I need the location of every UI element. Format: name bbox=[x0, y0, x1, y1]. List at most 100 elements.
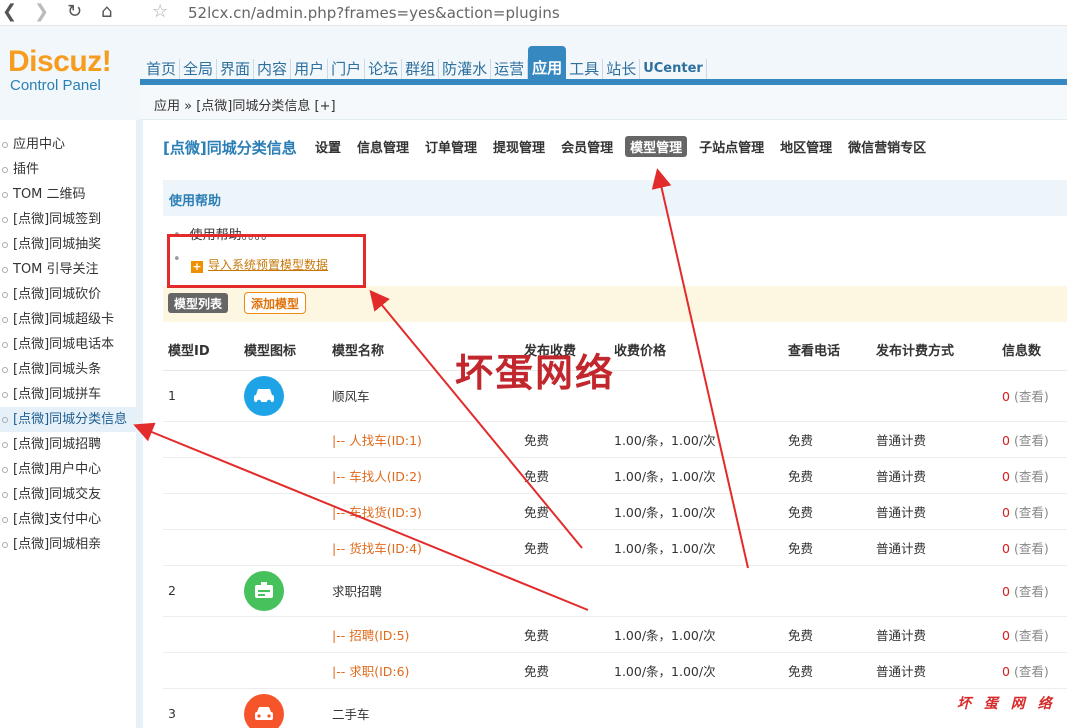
view-phone-fee: 免费 bbox=[783, 493, 871, 530]
billing-method[interactable]: 普通计费 bbox=[871, 652, 997, 689]
view-link[interactable]: (查看) bbox=[1014, 505, 1049, 520]
sidebar-item[interactable]: [点微]同城抽奖 bbox=[0, 232, 136, 257]
model-icon-cell bbox=[239, 370, 327, 422]
table-row: |-- 车找人(ID:2) 免费 1.00/条，1.00/次 免费 普通计费 0 (查看) bbox=[163, 457, 1067, 494]
empty-cell bbox=[519, 688, 609, 728]
annotation-highlight-box bbox=[167, 234, 366, 288]
sub-tab[interactable]: 微信营销专区 bbox=[848, 136, 926, 157]
sidebar-item[interactable]: TOM 引导关注 bbox=[0, 257, 136, 282]
sidebar-item[interactable]: [点微]同城拼车 bbox=[0, 382, 136, 407]
sub-tab[interactable]: 模型管理 bbox=[625, 136, 688, 157]
publish-fee: 免费 bbox=[519, 652, 609, 689]
address-bar[interactable]: 52lcx.cn/admin.php?frames=yes&action=plu… bbox=[188, 4, 560, 22]
column-header: 模型图标 bbox=[239, 330, 327, 371]
empty-cell bbox=[239, 457, 327, 494]
sidebar-item[interactable]: [点微]同城头条 bbox=[0, 357, 136, 382]
info-count: 0 bbox=[1002, 584, 1010, 599]
empty-cell bbox=[239, 493, 327, 530]
sidebar-item[interactable]: [点微]同城相亲 bbox=[0, 532, 136, 557]
fee-price: 1.00/条，1.00/次 bbox=[609, 457, 783, 494]
main-content: [点微]同城分类信息 设置 信息管理 订单管理 提现管理 会员管理 模型管理 子站点管理 地区… bbox=[150, 120, 1067, 728]
column-header: 查看电话 bbox=[783, 330, 871, 371]
sub-tab[interactable]: 信息管理 bbox=[357, 136, 409, 157]
billing-method[interactable]: 普通计费 bbox=[871, 529, 997, 566]
sidebar-item[interactable]: [点微]同城交友 bbox=[0, 482, 136, 507]
empty-cell bbox=[609, 565, 783, 617]
model-name: 求职招聘 bbox=[327, 565, 519, 617]
sidebar-item[interactable]: [点微]同城超级卡 bbox=[0, 307, 136, 332]
info-count: 0 bbox=[1002, 540, 1010, 556]
sidebar-item[interactable]: [点微]同城分类信息 bbox=[0, 407, 136, 432]
sidebar-item[interactable]: [点微]支付中心 bbox=[0, 507, 136, 532]
reload-icon[interactable]: ↻ bbox=[67, 2, 82, 22]
home-icon[interactable]: ⌂ bbox=[101, 2, 112, 22]
empty-cell bbox=[163, 616, 239, 653]
empty-cell bbox=[239, 652, 327, 689]
sub-model-label: |-- 车找人(ID:2) bbox=[332, 468, 422, 484]
fee-price: 1.00/条，1.00/次 bbox=[609, 493, 783, 530]
model-list-button[interactable]: 模型列表 bbox=[168, 293, 229, 313]
sidebar-item[interactable]: [点微]同城签到 bbox=[0, 207, 136, 232]
fee-price: 1.00/条，1.00/次 bbox=[609, 529, 783, 566]
sidebar-item[interactable]: [点微]用户中心 bbox=[0, 457, 136, 482]
watermark-text: 坏蛋网络 bbox=[455, 350, 616, 395]
empty-cell bbox=[239, 421, 327, 458]
view-phone-fee: 免费 bbox=[783, 421, 871, 458]
sub-tab[interactable]: 提现管理 bbox=[493, 136, 545, 157]
view-link[interactable]: (查看) bbox=[1014, 628, 1049, 643]
add-model-button[interactable]: 添加模型 bbox=[244, 292, 307, 314]
sidebar-item[interactable]: 插件 bbox=[0, 157, 136, 182]
sub-tab[interactable]: 会员管理 bbox=[561, 136, 613, 157]
billing-method[interactable]: 普通计费 bbox=[871, 421, 997, 458]
sub-model-name: |-- 求职(ID:6) bbox=[327, 652, 519, 689]
sub-model-label: |-- 人找车(ID:1) bbox=[332, 432, 422, 448]
sub-tab[interactable]: 订单管理 bbox=[425, 136, 477, 157]
publish-fee: 免费 bbox=[519, 493, 609, 530]
sub-model-label: |-- 招聘(ID:5) bbox=[332, 627, 410, 643]
view-link[interactable]: (查看) bbox=[1014, 584, 1049, 599]
sidebar-item[interactable]: [点微]同城电话本 bbox=[0, 332, 136, 357]
empty-cell bbox=[163, 529, 239, 566]
view-link[interactable]: (查看) bbox=[1014, 433, 1049, 448]
view-link[interactable]: (查看) bbox=[1014, 541, 1049, 556]
sidebar-item[interactable]: [点微]同城砍价 bbox=[0, 282, 136, 307]
fee-price: 1.00/条，1.00/次 bbox=[609, 421, 783, 458]
info-count: 0 bbox=[1002, 389, 1010, 404]
model-id: 1 bbox=[163, 370, 239, 422]
billing-method[interactable]: 普通计费 bbox=[871, 457, 997, 494]
empty-cell bbox=[519, 565, 609, 617]
fee-price: 1.00/条，1.00/次 bbox=[609, 652, 783, 689]
column-header: 信息数 bbox=[997, 330, 1067, 371]
billing-method[interactable]: 普通计费 bbox=[871, 493, 997, 530]
model-icon bbox=[244, 693, 284, 728]
empty-cell bbox=[871, 370, 997, 422]
sidebar: 应用中心 插件 TOM 二维码 [点微]同城签到 [点微]同城抽奖 TOM 引导关注 [点微… bbox=[0, 120, 143, 728]
column-header: 收费价格 bbox=[609, 330, 783, 371]
billing-method[interactable]: 普通计费 bbox=[871, 616, 997, 653]
empty-cell bbox=[163, 493, 239, 530]
back-icon[interactable]: ❮ bbox=[2, 2, 17, 22]
table-row: 3 二手车 bbox=[163, 688, 1067, 728]
model-icon bbox=[244, 570, 284, 611]
sub-tabs: 设置 信息管理 订单管理 提现管理 会员管理 模型管理 子站点管理 地区管理 微信营销专区 bbox=[315, 136, 942, 157]
action-bar: 模型列表 添加模型 bbox=[163, 286, 1067, 322]
sub-tab[interactable]: 设置 bbox=[315, 136, 341, 157]
sidebar-item[interactable]: [点微]同城招聘 bbox=[0, 432, 136, 457]
sub-model-name: |-- 人找车(ID:1) bbox=[327, 421, 519, 458]
view-link[interactable]: (查看) bbox=[1014, 469, 1049, 484]
sidebar-item[interactable]: 应用中心 bbox=[0, 132, 136, 157]
view-link[interactable]: (查看) bbox=[1014, 664, 1049, 679]
info-count: 0 bbox=[1002, 627, 1010, 643]
info-count-cell: 0 (查看) bbox=[997, 529, 1067, 566]
forward-icon[interactable]: ❯ bbox=[34, 2, 49, 22]
table-row: |-- 货找车(ID:4) 免费 1.00/条，1.00/次 免费 普通计费 0 (查看) bbox=[163, 529, 1067, 566]
info-count-cell: 0 (查看) bbox=[997, 493, 1067, 530]
empty-cell bbox=[163, 652, 239, 689]
sub-tab[interactable]: 子站点管理 bbox=[699, 136, 764, 157]
sub-tab[interactable]: 地区管理 bbox=[780, 136, 832, 157]
breadcrumb: 应用 » [点微]同城分类信息 [+] bbox=[140, 85, 1067, 120]
sidebar-item[interactable]: TOM 二维码 bbox=[0, 182, 136, 207]
star-icon[interactable]: ☆ bbox=[152, 2, 168, 22]
info-count-cell: 0 (查看) bbox=[997, 652, 1067, 689]
view-link[interactable]: (查看) bbox=[1014, 389, 1049, 404]
